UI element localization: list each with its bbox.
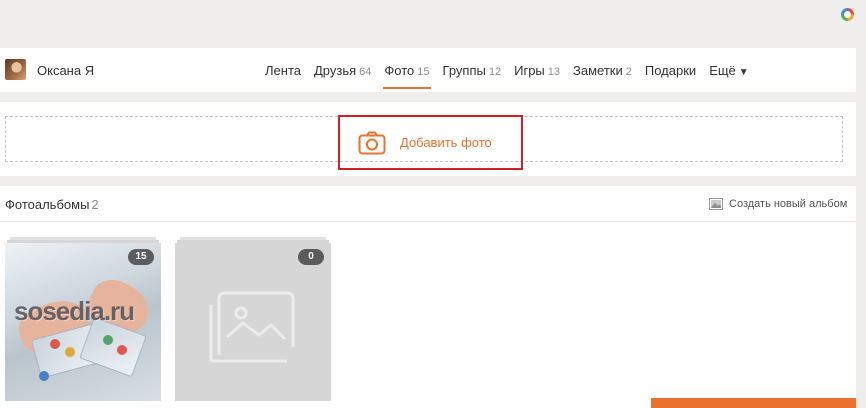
camera-icon xyxy=(358,131,386,154)
nav-item-games[interactable]: Игры 13 xyxy=(514,63,560,78)
nav-item-groups[interactable]: Группы 12 xyxy=(443,63,502,78)
user-name[interactable]: Оксана Я xyxy=(37,63,94,78)
albums-header: Фотоальбомы 2 Создать новый альбом xyxy=(0,186,856,222)
nav-item-more[interactable]: Ещё ▼ xyxy=(709,63,749,78)
albums-panel: Фотоальбомы 2 Создать новый альбом 15 0 … xyxy=(0,186,856,408)
photo-pill xyxy=(65,347,75,357)
nav-count: 64 xyxy=(359,66,372,78)
nav-item-photos[interactable]: Фото 15 xyxy=(383,63,431,89)
photo-pill xyxy=(117,345,127,355)
nav-item-feed[interactable]: Лента xyxy=(265,63,301,78)
nav-item-friends[interactable]: Друзья 64 xyxy=(314,63,371,78)
avatar[interactable] xyxy=(5,59,26,80)
albums-count: 2 xyxy=(91,197,99,212)
top-bar xyxy=(0,0,866,48)
nav-label: Игры xyxy=(514,63,545,78)
albums-title: Фотоальбомы 2 xyxy=(5,197,99,212)
add-photo-label: Добавить фото xyxy=(400,135,492,150)
album-card[interactable]: 0 xyxy=(175,237,331,401)
nav-label: Ещё xyxy=(709,63,736,78)
photo-pill xyxy=(103,335,113,345)
photo-pill xyxy=(39,371,49,381)
orange-action-strip[interactable] xyxy=(651,398,856,408)
add-photo-panel: Добавить фото xyxy=(0,102,856,176)
image-icon xyxy=(709,198,723,210)
add-photo-button[interactable]: Добавить фото xyxy=(338,115,523,170)
nav-label: Заметки xyxy=(573,63,623,78)
empty-album-icon xyxy=(209,291,295,363)
nav-label: Подарки xyxy=(644,63,697,78)
nav-count: 15 xyxy=(417,66,430,78)
create-album-label: Создать новый альбом xyxy=(729,198,848,210)
nav-label: Группы xyxy=(442,63,486,78)
watermark: sosedia.ru xyxy=(14,296,135,326)
nav-label: Лента xyxy=(265,63,301,78)
nav-item-gifts[interactable]: Подарки xyxy=(645,63,696,78)
nav-label: Друзья xyxy=(313,63,357,78)
photo-pill xyxy=(50,339,60,349)
chevron-down-icon: ▼ xyxy=(738,67,749,78)
app-logo-icon[interactable] xyxy=(841,8,854,21)
nav-item-notes[interactable]: Заметки 2 xyxy=(573,63,632,78)
profile-bar: Оксана Я Лента Друзья 64 Фото 15 Группы 12 … xyxy=(0,48,856,92)
nav-label: Фото xyxy=(384,63,415,78)
nav-count: 12 xyxy=(488,66,502,78)
nav-count: 13 xyxy=(547,66,561,78)
album-count-badge: 15 xyxy=(128,249,154,265)
profile-nav: Лента Друзья 64 Фото 15 Группы 12 Игры 13 За… xyxy=(265,63,749,89)
album-cover-empty: 0 xyxy=(175,243,331,401)
create-album-button[interactable]: Создать новый альбом xyxy=(709,198,847,210)
nav-count: 2 xyxy=(625,66,632,78)
albums-title-label: Фотоальбомы xyxy=(5,197,90,212)
album-count-badge: 0 xyxy=(298,249,324,265)
